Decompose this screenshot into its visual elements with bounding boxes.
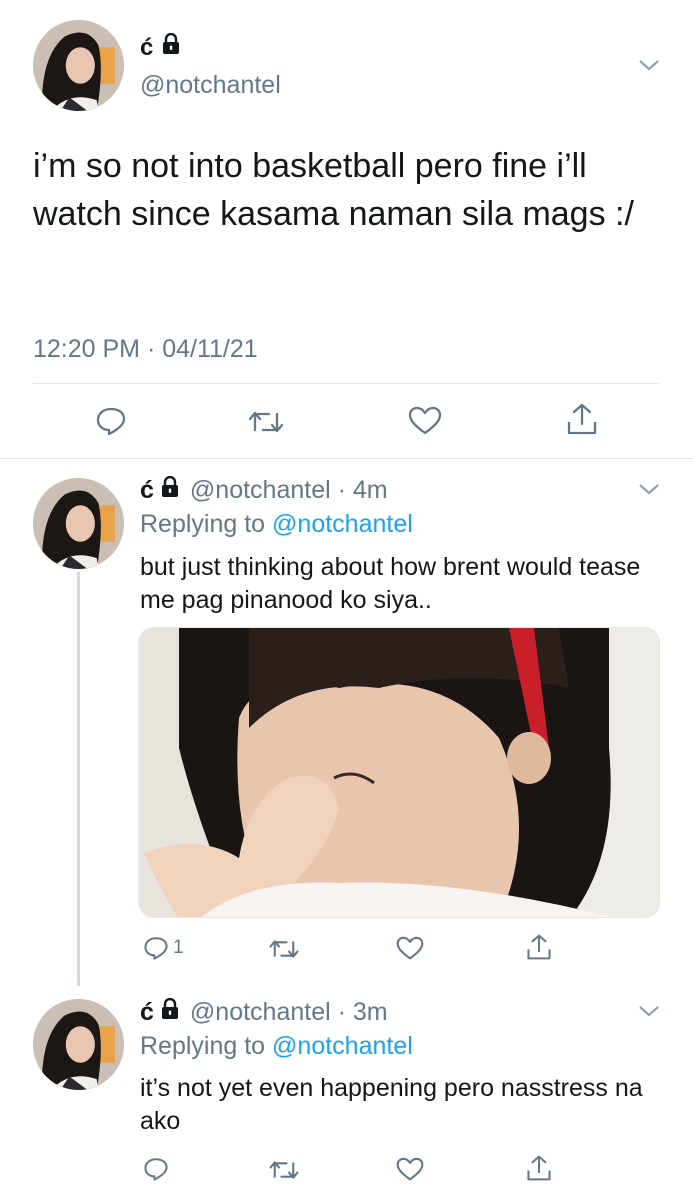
tweet-text: it’s not yet even happening pero nasstre…: [140, 1074, 643, 1135]
share-icon: [526, 1154, 552, 1182]
tweet-text: i’m so not into basketball pero fine i’l…: [33, 147, 634, 233]
avatar-photo: [33, 478, 124, 569]
share-button[interactable]: [526, 933, 552, 961]
thread-line: [77, 572, 80, 986]
handle[interactable]: @notchantel: [140, 70, 281, 100]
divider: [0, 458, 693, 459]
lock-icon: [160, 997, 180, 1027]
reply-button[interactable]: [143, 1156, 169, 1182]
replying-to-label: Replying to: [140, 510, 273, 538]
replying-to-link[interactable]: @notchantel: [272, 1032, 413, 1060]
retweet-icon: [247, 408, 285, 436]
avatar-photo: [33, 20, 124, 111]
replying-to: Replying to @notchantel: [140, 509, 413, 539]
tweet-header[interactable]: ć @notchantel · 4m: [140, 475, 388, 505]
timestamp[interactable]: 12:20 PM · 04/11/21: [33, 334, 258, 364]
retweet-button[interactable]: [268, 1158, 300, 1182]
lock-icon: [160, 475, 180, 505]
avatar[interactable]: [33, 478, 124, 569]
display-name[interactable]: ć: [140, 32, 181, 62]
tweet-header[interactable]: ć @notchantel · 3m: [140, 997, 388, 1027]
display-name: ć: [140, 998, 154, 1026]
share-icon: [526, 933, 552, 961]
share-button[interactable]: [566, 402, 598, 436]
retweet-button[interactable]: [247, 408, 285, 436]
like-icon: [408, 406, 442, 436]
reply-icon: [143, 935, 169, 961]
avatar[interactable]: [33, 999, 124, 1090]
reply-icon: [95, 406, 127, 436]
divider: [33, 383, 659, 384]
tweet-text: but just thinking about how brent would …: [140, 553, 641, 614]
reply-button[interactable]: [95, 406, 127, 436]
lock-icon: [161, 32, 181, 62]
display-name-text: ć: [140, 33, 154, 61]
like-button[interactable]: [396, 936, 424, 961]
chevron-down-icon[interactable]: [638, 482, 660, 496]
like-icon: [396, 936, 424, 961]
handle-time: @notchantel · 3m: [189, 998, 388, 1026]
tweet-media-image[interactable]: [138, 627, 660, 918]
replying-to-link[interactable]: @notchantel: [272, 510, 413, 538]
replying-to: Replying to @notchantel: [140, 1031, 413, 1061]
reply-icon: [143, 1156, 169, 1182]
share-button[interactable]: [526, 1154, 552, 1182]
retweet-icon: [268, 937, 300, 961]
handle-time: @notchantel · 4m: [189, 476, 388, 504]
chevron-down-icon[interactable]: [638, 58, 660, 72]
reply-button[interactable]: 1: [143, 935, 184, 961]
retweet-icon: [268, 1158, 300, 1182]
media-photo: [139, 628, 659, 917]
chevron-down-icon[interactable]: [638, 1004, 660, 1018]
replying-to-label: Replying to: [140, 1032, 273, 1060]
like-button[interactable]: [408, 406, 442, 436]
reply-count: 1: [173, 937, 184, 958]
display-name: ć: [140, 476, 154, 504]
avatar[interactable]: [33, 20, 124, 111]
like-icon: [396, 1157, 424, 1182]
like-button[interactable]: [396, 1157, 424, 1182]
retweet-button[interactable]: [268, 937, 300, 961]
avatar-photo: [33, 999, 124, 1090]
share-icon: [566, 402, 598, 436]
